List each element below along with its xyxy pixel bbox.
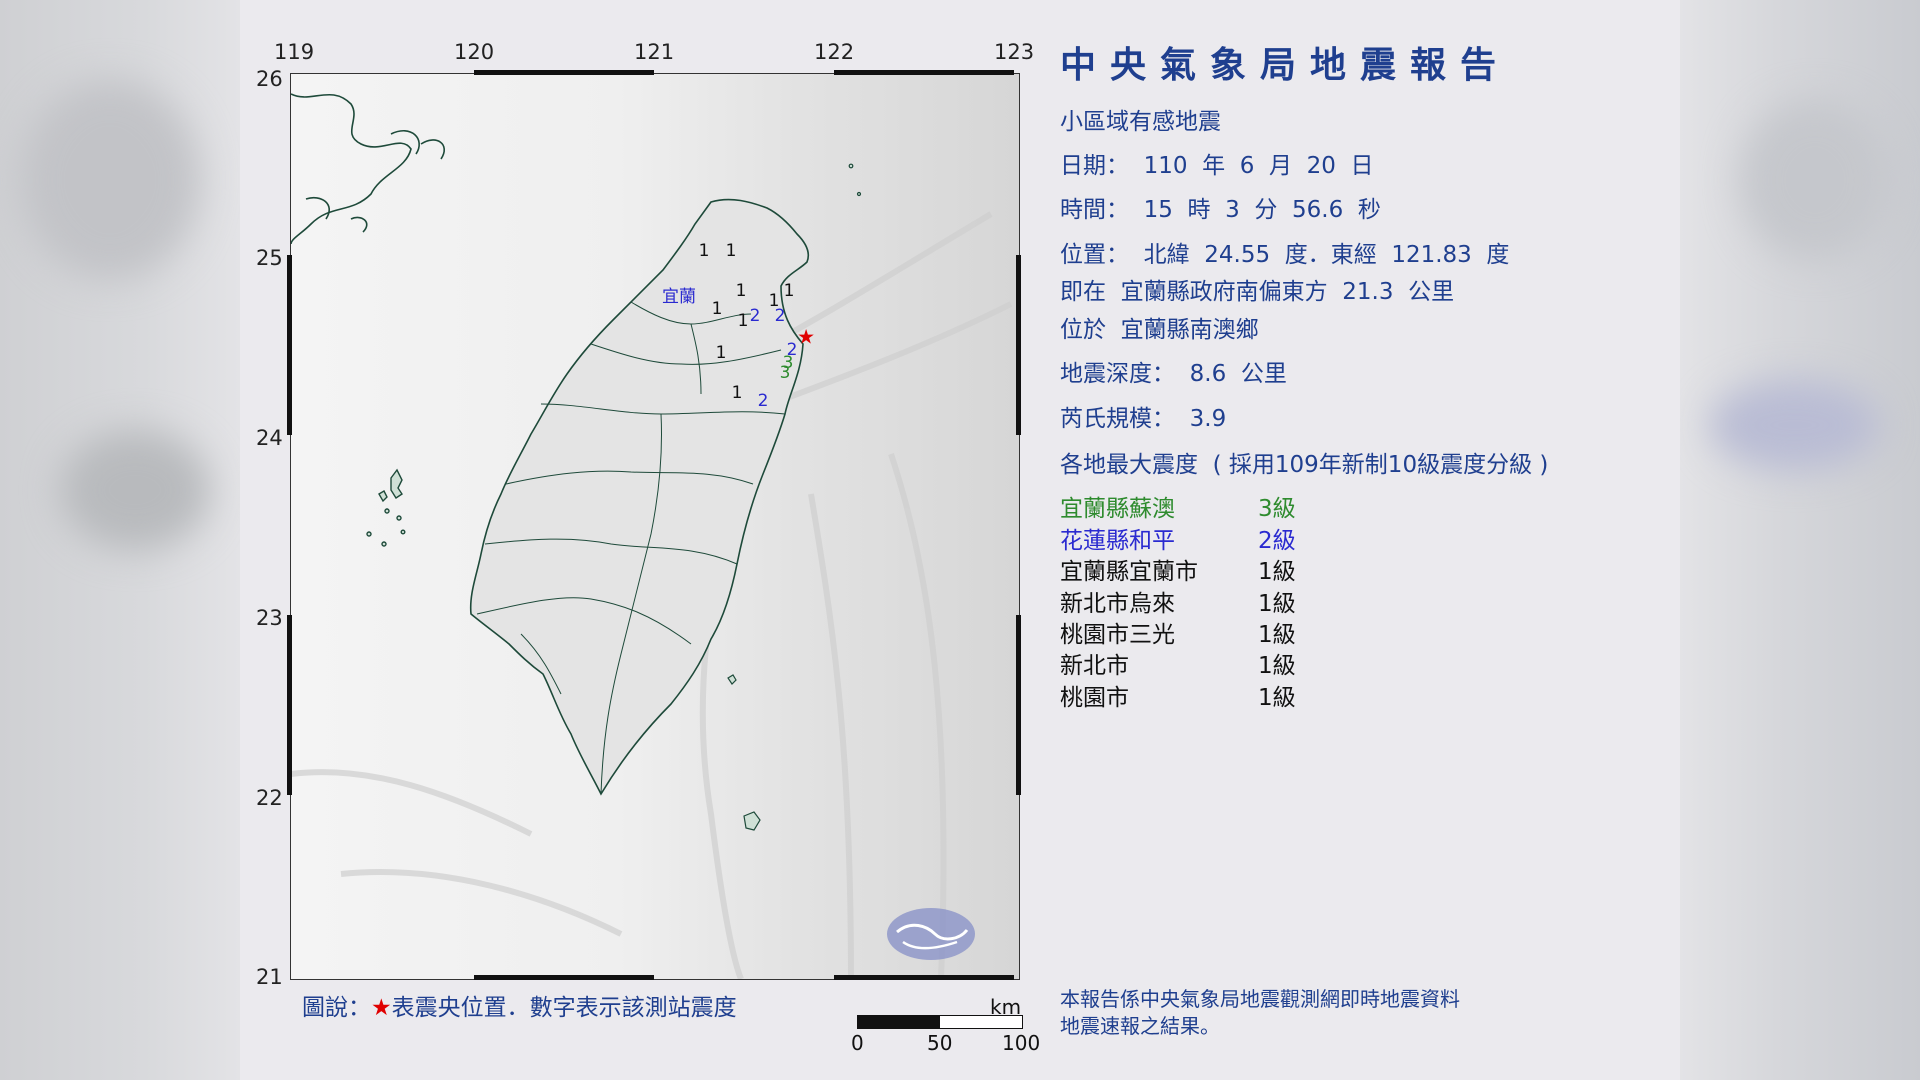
lon-label-122: 122 (814, 40, 855, 64)
report-note-line2: 地震速報之結果。 (1060, 1014, 1220, 1038)
intensity-level: 1級 (1258, 559, 1296, 585)
station-intensity-label: 2 (775, 306, 786, 326)
intensity-level: 1級 (1258, 591, 1296, 617)
station-intensity-label: 2 (758, 391, 769, 411)
blurred-background-right (1680, 0, 1920, 1080)
lon-label-123: 123 (994, 40, 1035, 64)
scale-label-50: 50 (927, 1031, 953, 1055)
scale-label-100: 100 (1002, 1031, 1041, 1055)
intensity-row: 花蓮縣和平 2級 (1060, 521, 1296, 555)
lat-label-26: 26 (256, 67, 283, 91)
intensity-place: 宜蘭縣蘇澳 (1060, 496, 1175, 522)
intensity-header: 各地最大震度 ( 採用109年新制10級震度分級 ) (1060, 452, 1549, 478)
station-intensity-label: 1 (732, 383, 743, 403)
township-line: 位於 宜蘭縣南澳鄉 (1060, 317, 1259, 343)
frame-bar-left-1 (287, 255, 292, 435)
intensity-row: 桃園市 1級 (1060, 678, 1296, 712)
station-intensity-label: 1 (726, 241, 737, 261)
intensity-place: 新北市烏來 (1060, 591, 1175, 617)
intensity-level: 1級 (1258, 653, 1296, 679)
lat-label-25: 25 (256, 246, 283, 270)
intensity-row: 宜蘭縣蘇澳 3級 (1060, 489, 1296, 523)
frame-bar-right-1 (1016, 255, 1021, 435)
taiwan-map: 1 11 1 11 2 211 2331 2 宜蘭 ★ (291, 74, 1019, 979)
scale-bar: km 0 50 100 (851, 995, 1057, 1055)
location-line: 位置： 北緯 24.55 度．東經 121.83 度 (1060, 242, 1510, 268)
map-area: 111111221123312 宜蘭 ★ (290, 73, 1020, 980)
date-line: 日期： 110 年 6 月 20 日 (1060, 153, 1374, 179)
intensity-place: 宜蘭縣宜蘭市 (1060, 559, 1198, 585)
lon-label-120: 120 (454, 40, 495, 64)
intensity-place: 桃園市 (1060, 685, 1129, 711)
lon-label-121: 121 (634, 40, 675, 64)
frame-bar-left-2 (287, 615, 292, 795)
scale-label-0: 0 (851, 1031, 864, 1055)
station-intensity-label: 1 (716, 343, 727, 363)
station-intensity-label: 1 (784, 281, 795, 301)
lat-label-24: 24 (256, 426, 283, 450)
frame-bar-bottom-2 (834, 975, 1014, 980)
lat-label-23: 23 (256, 606, 283, 630)
legend-prefix: 圖說： (302, 995, 371, 1021)
magnitude-line: 芮氏規模： 3.9 (1060, 406, 1227, 432)
intensity-level: 1級 (1258, 685, 1296, 711)
intensity-level: 3級 (1258, 496, 1296, 522)
legend-star-icon: ★ (371, 995, 392, 1021)
frame-bar-right-2 (1016, 615, 1021, 795)
report-title: 中央氣象局地震報告 (1060, 45, 1511, 86)
station-intensity-label: 2 (750, 306, 761, 326)
scale-segment-white (939, 1015, 1023, 1029)
intensity-row: 宜蘭縣宜蘭市 1級 (1060, 552, 1296, 586)
lat-label-21: 21 (256, 965, 283, 989)
intensity-level: 2級 (1258, 528, 1296, 554)
intensity-place: 桃園市三光 (1060, 622, 1175, 648)
intensity-level: 1級 (1258, 622, 1296, 648)
report-type: 小區域有感地震 (1060, 109, 1221, 135)
scale-segment-black (857, 1015, 941, 1029)
intensity-place: 花蓮縣和平 (1060, 528, 1175, 554)
time-line: 時間： 15 時 3 分 56.6 秒 (1060, 197, 1381, 223)
epicenter-star-icon: ★ (797, 324, 815, 348)
intensity-row: 新北市 1級 (1060, 646, 1296, 680)
station-intensity-label: 1 (699, 241, 710, 261)
lat-label-22: 22 (256, 786, 283, 810)
frame-bar-top-1 (474, 70, 654, 75)
depth-line: 地震深度： 8.6 公里 (1060, 361, 1287, 387)
cwb-logo (887, 908, 975, 960)
station-intensity-label: 3 (780, 363, 791, 383)
station-intensity-label: 1 (736, 281, 747, 301)
report-note-line1: 本報告係中央氣象局地震觀測網即時地震資料 (1060, 987, 1460, 1011)
relative-location-line: 即在 宜蘭縣政府南偏東方 21.3 公里 (1060, 279, 1455, 305)
blurred-background-left (0, 0, 240, 1080)
map-legend: 圖說：★表震央位置．數字表示該測站震度 (302, 988, 737, 1022)
intensity-row: 桃園市三光 1級 (1060, 615, 1296, 649)
intensity-place: 新北市 (1060, 653, 1129, 679)
frame-bar-bottom-1 (474, 975, 654, 980)
station-intensity-label: 1 (712, 299, 723, 319)
station-intensity-label: 1 (738, 311, 749, 331)
lon-label-119: 119 (274, 40, 315, 64)
legend-text: 表震央位置．數字表示該測站震度 (391, 995, 737, 1021)
frame-bar-top-2 (834, 70, 1014, 75)
city-label-yilan: 宜蘭 (662, 287, 696, 307)
intensity-row: 新北市烏來 1級 (1060, 584, 1296, 618)
